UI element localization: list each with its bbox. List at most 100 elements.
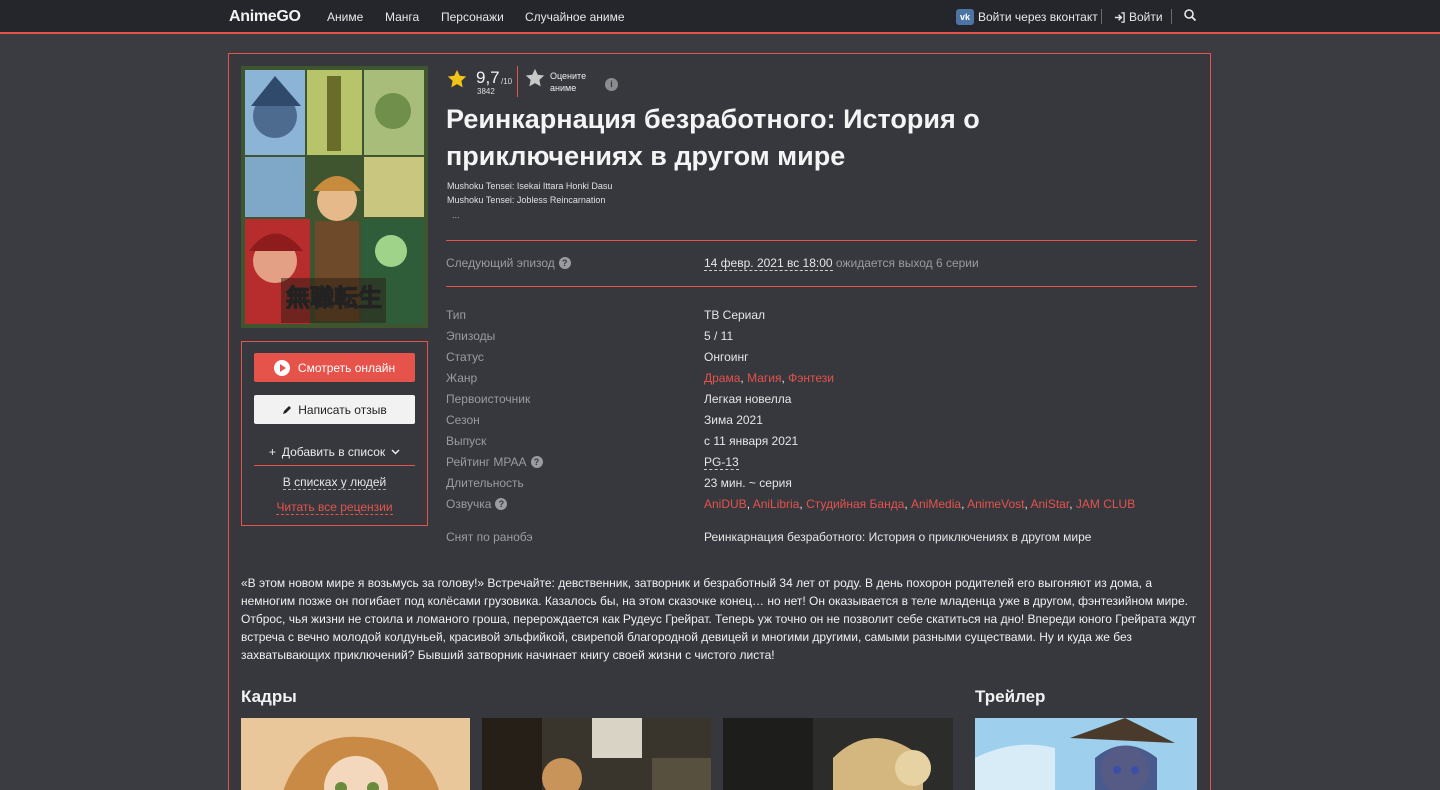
next-episode-label-text: Следующий эпизод: [446, 256, 555, 270]
dub-link[interactable]: Студийная Банда: [806, 497, 904, 511]
add-to-list-label: Добавить в список: [281, 445, 386, 459]
help-icon[interactable]: ?: [530, 456, 543, 468]
in-user-lists-link[interactable]: В списках у людей: [242, 475, 427, 490]
top-navbar: AnimeGO Аниме Манга Персонажи Случайное …: [0, 0, 1440, 34]
rating-value: 9,7: [476, 68, 500, 87]
play-icon: [273, 359, 290, 376]
info-key: Эпизоды: [446, 329, 496, 343]
info-row-mpaa: Рейтинг MPAA? PG-13: [446, 455, 1197, 471]
genre-link[interactable]: Магия: [747, 371, 781, 385]
next-episode-status: ожидается выход 6 серии: [835, 256, 979, 270]
info-row-status: Статус Онгоинг: [446, 350, 1197, 366]
genre-list: Драма, Магия, Фэнтези: [704, 371, 834, 385]
divider: [446, 286, 1197, 287]
rate-label-line2: аниме: [550, 83, 577, 93]
vk-login-button[interactable]: vk Войти через вконтакт: [956, 8, 1098, 26]
nav-manga[interactable]: Манга: [385, 10, 419, 24]
watch-online-button[interactable]: Смотреть онлайн: [254, 353, 415, 382]
info-row-dub: Озвучка? AniDUB, AniLibria, Студийная Ба…: [446, 497, 1197, 513]
mpaa-rating[interactable]: PG-13: [704, 455, 739, 470]
frame-thumbnail[interactable]: [723, 718, 953, 790]
frame-image: [723, 718, 953, 790]
genre-link[interactable]: Фэнтези: [788, 371, 834, 385]
nav-random-anime[interactable]: Случайное аниме: [525, 10, 625, 24]
info-row-genre: Жанр Драма, Магия, Фэнтези: [446, 371, 1197, 387]
in-user-lists-label: В списках у людей: [282, 475, 387, 490]
rate-anime-button[interactable]: Оцените аниме: [550, 70, 600, 94]
frames-heading: Кадры: [241, 687, 297, 706]
read-reviews-link[interactable]: Читать все рецензии: [242, 500, 427, 515]
nav-anime[interactable]: Аниме: [327, 10, 363, 24]
season-link[interactable]: Зима 2021: [704, 413, 763, 427]
info-row-episodes: Эпизоды 5 / 11: [446, 329, 1197, 345]
login-button[interactable]: Войти: [1114, 10, 1163, 24]
status-link[interactable]: Онгоинг: [704, 350, 748, 364]
login-label: Войти: [1129, 10, 1163, 24]
trailer-thumbnail[interactable]: [975, 718, 1197, 790]
frame-thumbnail[interactable]: [482, 718, 711, 790]
trailer-image: [975, 718, 1197, 790]
divider: [446, 240, 1197, 241]
info-icon[interactable]: i: [605, 78, 618, 91]
anime-description: «В этом новом мире я возьмусь за голову!…: [241, 576, 1197, 662]
info-key: Первоисточник: [446, 392, 531, 406]
nav-divider: [1171, 9, 1172, 24]
read-reviews-label: Читать все рецензии: [276, 500, 393, 515]
source-work-link[interactable]: Реинкарнация безработного: История о при…: [704, 530, 1091, 544]
anime-poster[interactable]: 無職転生: [241, 66, 428, 328]
chevron-down-icon: [391, 449, 400, 455]
info-value: ТВ Сериал: [704, 308, 766, 322]
info-key-text: Озвучка: [446, 497, 492, 511]
info-key: Длительность: [446, 476, 524, 490]
info-value: с 11 января 2021: [704, 434, 799, 448]
rate-label-line1: Оцените: [550, 71, 587, 81]
dub-link[interactable]: JAM CLUB: [1076, 497, 1135, 511]
alt-names: Mushoku Tensei: Isekai Ittara Honki Dasu…: [447, 179, 612, 207]
info-value: Легкая новелла: [704, 392, 792, 406]
frame-thumbnail[interactable]: [241, 718, 470, 790]
info-row-season: Сезон Зима 2021: [446, 413, 1197, 429]
trailer-heading: Трейлер: [975, 687, 1046, 706]
dub-link[interactable]: AnimeVost: [967, 497, 1024, 511]
vk-icon: vk: [956, 9, 974, 25]
info-key: Выпуск: [446, 434, 487, 448]
info-row-duration: Длительность 23 мин. ~ серия: [446, 476, 1197, 492]
add-to-list-dropdown[interactable]: + Добавить в список: [254, 439, 415, 466]
write-review-label: Написать отзыв: [298, 402, 387, 417]
dub-link[interactable]: AniLibria: [753, 497, 800, 511]
alt-names-more[interactable]: ...: [452, 210, 460, 220]
dub-link[interactable]: AniDUB: [704, 497, 747, 511]
help-icon[interactable]: ?: [558, 257, 571, 269]
info-key: Жанр: [446, 371, 478, 385]
rating-scale: /10: [501, 77, 513, 86]
dub-link[interactable]: AniStar: [1030, 497, 1069, 511]
frame-image: [241, 718, 470, 790]
info-row-based-on: Снят по ранобэ Реинкарнация безработного…: [446, 530, 1197, 546]
info-value: 23 мин. ~ серия: [704, 476, 792, 490]
genre-link[interactable]: Драма: [704, 371, 740, 385]
watch-online-label: Смотреть онлайн: [297, 360, 396, 375]
next-episode-date[interactable]: 14 февр. 2021 вс 18:00: [704, 256, 833, 271]
info-key: Озвучка?: [446, 497, 508, 511]
next-episode-label: Следующий эпизод?: [446, 256, 571, 270]
info-row-release: Выпуск с 11 января 2021: [446, 434, 1197, 450]
alt-name: Mushoku Tensei: Jobless Reincarnation: [447, 195, 606, 205]
rate-star-icon[interactable]: [524, 67, 546, 89]
write-review-button[interactable]: Написать отзыв: [254, 395, 415, 424]
next-episode-value: 14 февр. 2021 вс 18:00 ожидается выход 6…: [704, 256, 979, 271]
dub-link[interactable]: AniMedia: [911, 497, 961, 511]
info-row-source: Первоисточник Легкая новелла: [446, 392, 1197, 408]
frame-image: [482, 718, 711, 790]
help-icon[interactable]: ?: [495, 498, 508, 510]
plus-icon: +: [268, 445, 276, 459]
search-icon[interactable]: [1183, 8, 1197, 24]
nav-characters[interactable]: Персонажи: [441, 10, 504, 24]
nav-divider: [1101, 9, 1102, 24]
info-value: 5 / 11: [704, 329, 734, 343]
site-logo[interactable]: AnimeGO: [229, 8, 301, 26]
info-row-type: Тип ТВ Сериал: [446, 308, 1197, 324]
info-key: Статус: [446, 350, 484, 364]
rating-divider: [517, 66, 518, 97]
vk-login-label: Войти через вконтакт: [978, 10, 1098, 24]
actions-panel: Смотреть онлайн Написать отзыв + Добавит…: [241, 341, 428, 526]
